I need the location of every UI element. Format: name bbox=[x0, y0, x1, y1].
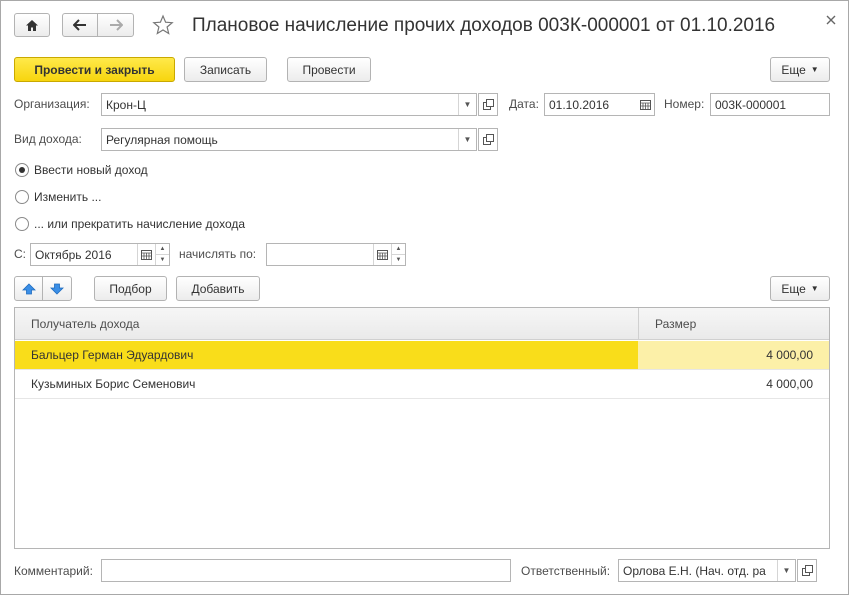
chevron-down-icon: ▼ bbox=[810, 284, 819, 293]
open-org-button[interactable] bbox=[478, 93, 498, 116]
income-type-label: Вид дохода: bbox=[14, 132, 82, 146]
radio-change[interactable] bbox=[15, 190, 29, 204]
dropdown-arrow-icon[interactable]: ▼ bbox=[458, 129, 476, 150]
radio-stop-label: ... или прекратить начисление дохода bbox=[34, 217, 246, 231]
arrow-down-icon bbox=[50, 283, 64, 295]
column-divider bbox=[638, 308, 639, 340]
radio-change-label: Изменить ... bbox=[34, 190, 102, 204]
amount-cell: 4 000,00 bbox=[638, 341, 829, 369]
open-form-icon bbox=[482, 99, 494, 110]
org-field[interactable]: Крон-Ц ▼ bbox=[101, 93, 477, 116]
recipient-cell: Бальцер Герман Эдуардович bbox=[15, 341, 638, 369]
column-header-recipient[interactable]: Получатель дохода bbox=[31, 308, 139, 340]
table-more-button[interactable]: Еще ▼ bbox=[770, 276, 830, 301]
org-value: Крон-Ц bbox=[106, 97, 146, 112]
home-icon bbox=[26, 19, 38, 31]
stepper-down-icon[interactable]: ▼ bbox=[156, 254, 169, 265]
close-icon[interactable] bbox=[824, 13, 840, 29]
responsible-value: Орлова Е.Н. (Нач. отд. ра bbox=[623, 563, 766, 578]
date-field[interactable]: 01.10.2016 bbox=[544, 93, 655, 116]
more-button[interactable]: Еще ▼ bbox=[770, 57, 830, 82]
amount-cell: 4 000,00 bbox=[766, 377, 813, 391]
arrow-up-icon bbox=[21, 282, 36, 294]
recipients-table[interactable]: Получатель дохода Размер Бальцер Герман … bbox=[14, 307, 830, 549]
income-type-field[interactable]: Регулярная помощь ▼ bbox=[101, 128, 477, 151]
radio-new-income-label: Ввести новый доход bbox=[34, 163, 148, 177]
comment-label: Комментарий: bbox=[14, 564, 93, 578]
until-stepper[interactable]: ▲ ▼ bbox=[391, 244, 405, 265]
stepper-up-icon[interactable]: ▲ bbox=[156, 244, 169, 254]
date-value: 01.10.2016 bbox=[549, 97, 610, 112]
calendar-icon[interactable] bbox=[373, 244, 391, 265]
favorite-star-icon[interactable] bbox=[152, 14, 176, 38]
date-label: Дата: bbox=[509, 97, 539, 111]
dropdown-arrow-icon[interactable]: ▼ bbox=[458, 94, 476, 115]
chevron-down-icon: ▼ bbox=[810, 65, 819, 74]
stepper-down-icon[interactable]: ▼ bbox=[392, 254, 405, 265]
accrue-until-field[interactable]: ▲ ▼ bbox=[266, 243, 406, 266]
stepper-up-icon[interactable]: ▲ bbox=[392, 244, 405, 254]
open-form-icon bbox=[482, 134, 494, 145]
table-header: Получатель дохода Размер bbox=[15, 308, 829, 340]
save-button[interactable]: Записать bbox=[184, 57, 267, 82]
add-button[interactable]: Добавить bbox=[176, 276, 260, 301]
calendar-icon[interactable] bbox=[137, 244, 155, 265]
comment-field[interactable] bbox=[101, 559, 511, 582]
table-row[interactable]: Кузьминых Борис Семенович 4 000,00 bbox=[15, 370, 829, 399]
number-label: Номер: bbox=[664, 97, 705, 111]
table-row[interactable]: Бальцер Герман Эдуардович 4 000,00 bbox=[15, 341, 829, 370]
document-window: Плановое начисление прочих доходов 003К-… bbox=[0, 0, 849, 595]
dropdown-arrow-icon[interactable]: ▼ bbox=[777, 560, 795, 581]
number-value: 003К-000001 bbox=[715, 97, 787, 112]
open-form-icon bbox=[801, 565, 813, 576]
responsible-field[interactable]: Орлова Е.Н. (Нач. отд. ра ▼ bbox=[618, 559, 796, 582]
post-button[interactable]: Провести bbox=[287, 57, 371, 82]
from-month-field[interactable]: Октябрь 2016 ▲ ▼ bbox=[30, 243, 170, 266]
responsible-label: Ответственный: bbox=[521, 564, 611, 578]
forward-button[interactable] bbox=[97, 13, 134, 37]
more-label: Еще bbox=[781, 62, 806, 77]
arrow-right-icon bbox=[109, 19, 123, 31]
recipient-cell: Кузьминых Борис Семенович bbox=[31, 377, 196, 391]
post-and-close-button[interactable]: Провести и закрыть bbox=[14, 57, 175, 82]
accrue-until-label: начислять по: bbox=[179, 247, 257, 261]
radio-new-income[interactable] bbox=[15, 163, 29, 177]
open-responsible-button[interactable] bbox=[797, 559, 817, 582]
from-label: С: bbox=[14, 247, 26, 261]
radio-stop[interactable] bbox=[15, 217, 29, 231]
income-type-value: Регулярная помощь bbox=[106, 132, 218, 147]
number-field[interactable]: 003К-000001 bbox=[710, 93, 830, 116]
table-more-label: Еще bbox=[781, 281, 806, 296]
home-button[interactable] bbox=[14, 13, 50, 37]
move-down-button[interactable] bbox=[42, 276, 72, 301]
org-label: Организация: bbox=[14, 97, 90, 111]
back-button[interactable] bbox=[62, 13, 98, 37]
month-stepper[interactable]: ▲ ▼ bbox=[155, 244, 169, 265]
from-value: Октябрь 2016 bbox=[35, 247, 112, 262]
move-up-button[interactable] bbox=[14, 276, 43, 301]
calendar-icon[interactable] bbox=[636, 94, 654, 115]
open-income-type-button[interactable] bbox=[478, 128, 498, 151]
column-header-amount[interactable]: Размер bbox=[655, 308, 696, 340]
arrow-left-icon bbox=[73, 19, 86, 31]
pick-button[interactable]: Подбор bbox=[94, 276, 167, 301]
page-title: Плановое начисление прочих доходов 003К-… bbox=[192, 15, 776, 36]
